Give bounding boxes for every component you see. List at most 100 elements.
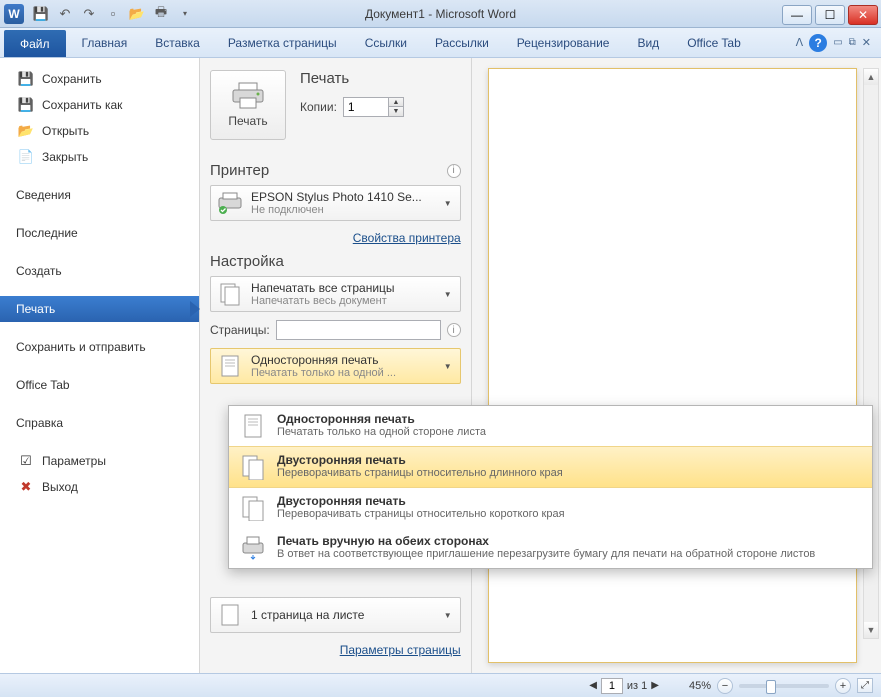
duplex-option-long-edge[interactable]: Двусторонняя печать Переворачивать стран… — [229, 446, 872, 488]
tab-mailings[interactable]: Рассылки — [421, 28, 503, 57]
qat-undo-icon[interactable]: ↶ — [54, 3, 76, 25]
zoom-out-button[interactable]: − — [717, 678, 733, 694]
settings-heading: Настройка — [210, 253, 284, 270]
saveas-icon: 💾 — [18, 97, 34, 113]
sidebar-item-officetab[interactable]: Office Tab — [0, 372, 199, 398]
print-heading: Печать — [300, 70, 349, 87]
print-settings-panel: Печать Печать Копии: ▲ ▼ Принтер — [200, 58, 472, 673]
single-side-icon — [217, 353, 243, 379]
fit-page-icon[interactable]: ⤢ — [857, 678, 873, 693]
chevron-down-icon: ▼ — [442, 362, 454, 371]
printer-combo[interactable]: EPSON Stylus Photo 1410 Se... Не подключ… — [210, 185, 461, 221]
print-button-label: Печать — [228, 114, 267, 128]
open-icon: 📂 — [18, 123, 34, 139]
tab-references[interactable]: Ссылки — [351, 28, 421, 57]
printer-properties-link[interactable]: Свойства принтера — [210, 231, 461, 245]
qat-quickprint-icon[interactable]: 🖶 — [150, 3, 172, 25]
qat-save-icon[interactable]: 💾 — [30, 3, 52, 25]
duplex-sub: Печатать только на одной ... — [251, 367, 434, 379]
maximize-button[interactable]: ☐ — [815, 5, 845, 25]
printer-name: EPSON Stylus Photo 1410 Se... — [251, 190, 434, 204]
print-scope-combo[interactable]: Напечатать все страницы Напечатать весь … — [210, 276, 461, 312]
page-navigator: ◀ из 1 ▶ — [589, 678, 659, 694]
pages-per-sheet-combo[interactable]: 1 страница на листе ▼ — [210, 597, 461, 633]
sidebar-label: Сохранить и отправить — [16, 340, 146, 354]
qat-open-icon[interactable]: 📂 — [126, 3, 148, 25]
sidebar-item-saveas[interactable]: 💾 Сохранить как — [0, 92, 199, 118]
sidebar-label: Печать — [16, 302, 55, 316]
close-button[interactable]: ✕ — [848, 5, 878, 25]
ribbon-window-close-icon[interactable]: ✕ — [862, 36, 871, 49]
sidebar-item-save[interactable]: 💾 Сохранить — [0, 66, 199, 92]
qat-new-icon[interactable]: ▫ — [102, 3, 124, 25]
options-icon: ☑ — [18, 453, 34, 469]
page-setup-link[interactable]: Параметры страницы — [210, 643, 461, 657]
sidebar-item-info[interactable]: Сведения — [0, 182, 199, 208]
sidebar-item-open[interactable]: 📂 Открыть — [0, 118, 199, 144]
sidebar-label: Параметры — [42, 454, 106, 468]
printer-heading: Принтер — [210, 162, 269, 179]
option-sub: Переворачивать страницы относительно кор… — [277, 508, 565, 520]
current-page-input[interactable] — [601, 678, 623, 694]
sidebar-item-close[interactable]: 📄 Закрыть — [0, 144, 199, 170]
sidebar-item-print[interactable]: Печать — [0, 296, 199, 322]
pages-label: Страницы: — [210, 323, 270, 337]
minimize-button[interactable]: — — [782, 5, 812, 25]
ribbon-window-restore-icon[interactable]: ⧉ — [849, 37, 856, 48]
tab-review[interactable]: Рецензирование — [503, 28, 624, 57]
sidebar-item-new[interactable]: Создать — [0, 258, 199, 284]
zoom-in-button[interactable]: + — [835, 678, 851, 694]
app-icon: W — [4, 4, 24, 24]
backstage-sidebar: 💾 Сохранить 💾 Сохранить как 📂 Открыть 📄 … — [0, 58, 200, 673]
duplex-combo[interactable]: Односторонняя печать Печатать только на … — [210, 348, 461, 384]
per-sheet-label: 1 страница на листе — [251, 608, 434, 622]
copies-input[interactable] — [344, 98, 388, 116]
duplex-option-manual[interactable]: Печать вручную на обеих сторонах В ответ… — [229, 528, 872, 568]
sidebar-item-help[interactable]: Справка — [0, 410, 199, 436]
spinner-up-icon[interactable]: ▲ — [389, 98, 403, 107]
sidebar-label: Office Tab — [16, 378, 70, 392]
duplex-option-short-edge[interactable]: Двусторонняя печать Переворачивать стран… — [229, 488, 872, 528]
zoom-controls: 45% − + ⤢ — [689, 678, 873, 694]
spinner-down-icon[interactable]: ▼ — [389, 107, 403, 116]
duplex-option-single[interactable]: Односторонняя печать Печатать только на … — [229, 406, 872, 446]
option-title: Односторонняя печать — [277, 412, 486, 426]
duplex-short-icon — [239, 494, 267, 522]
option-sub: Печатать только на одной стороне листа — [277, 426, 486, 438]
print-button[interactable]: Печать — [210, 70, 286, 140]
sidebar-item-recent[interactable]: Последние — [0, 220, 199, 246]
printer-info-icon[interactable]: i — [447, 164, 461, 178]
help-icon[interactable]: ? — [809, 34, 827, 52]
copies-spinner[interactable]: ▲ ▼ — [343, 97, 404, 117]
zoom-slider[interactable] — [739, 684, 829, 688]
page-of-label: из 1 — [627, 680, 647, 692]
manual-duplex-icon — [239, 534, 267, 562]
pages-input[interactable] — [276, 320, 441, 340]
save-icon: 💾 — [18, 71, 34, 87]
ribbon-window-min-icon[interactable]: ▭ — [833, 37, 842, 48]
pages-info-icon[interactable]: i — [447, 323, 461, 337]
sidebar-label: Справка — [16, 416, 63, 430]
tab-pagelayout[interactable]: Разметка страницы — [214, 28, 351, 57]
printer-device-icon — [217, 190, 243, 216]
quick-access-toolbar: W 💾 ↶ ↷ ▫ 📂 🖶 ▾ — [0, 3, 196, 25]
tab-home[interactable]: Главная — [68, 28, 142, 57]
tab-view[interactable]: Вид — [623, 28, 673, 57]
qat-redo-icon[interactable]: ↷ — [78, 3, 100, 25]
next-page-icon[interactable]: ▶ — [651, 680, 659, 691]
prev-page-icon[interactable]: ◀ — [589, 680, 597, 691]
qat-customize-icon[interactable]: ▾ — [174, 3, 196, 25]
printer-status: Не подключен — [251, 204, 434, 216]
tab-file[interactable]: Файл — [4, 30, 66, 57]
sidebar-item-options[interactable]: ☑ Параметры — [0, 448, 199, 474]
sidebar-item-sendsave[interactable]: Сохранить и отправить — [0, 334, 199, 360]
close-file-icon: 📄 — [18, 149, 34, 165]
tab-insert[interactable]: Вставка — [141, 28, 214, 57]
sidebar-label: Выход — [42, 480, 78, 494]
tab-officetab[interactable]: Office Tab — [673, 28, 755, 57]
scroll-up-icon[interactable]: ▲ — [864, 69, 878, 85]
scroll-down-icon[interactable]: ▼ — [864, 622, 878, 638]
sidebar-item-exit[interactable]: ✖ Выход — [0, 474, 199, 500]
ribbon-minimize-icon[interactable]: ᐱ — [796, 36, 804, 49]
duplex-long-icon — [239, 453, 267, 481]
